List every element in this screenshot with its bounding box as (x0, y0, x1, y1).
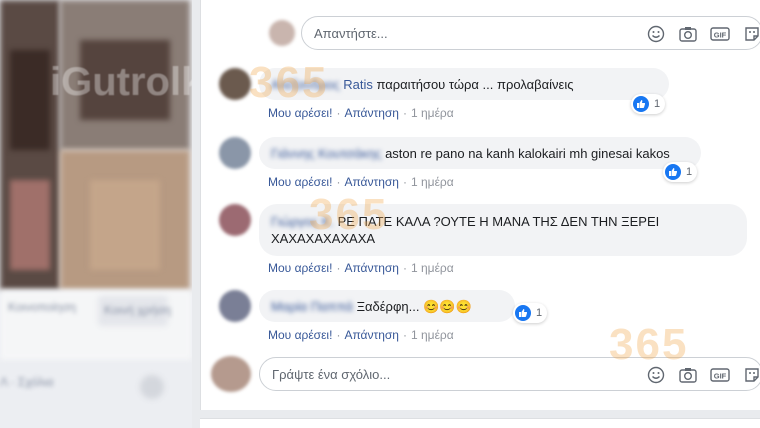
svg-text:GIF: GIF (714, 31, 727, 40)
reply-link[interactable]: Απάντηση (344, 261, 399, 275)
like-link[interactable]: Μου αρέσει! (268, 175, 332, 189)
blurred-snippet: Κοινοποίηση (8, 300, 76, 314)
photo-tile (10, 180, 50, 270)
emoji-group: 😊😊😊 (423, 299, 472, 314)
like-link[interactable]: Μου αρέσει! (268, 106, 332, 120)
avatar (219, 68, 251, 100)
avatar (219, 290, 251, 322)
reaction-count[interactable]: 1 (663, 162, 698, 182)
avatar (269, 20, 295, 46)
like-link[interactable]: Μου αρέσει! (268, 261, 332, 275)
reply-link[interactable]: Απάντηση (344, 328, 399, 342)
comment-time[interactable]: 1 ημέρα (411, 106, 454, 120)
comment-actions: Μου αρέσει! · Απάντηση · 1 ημέρα (268, 261, 454, 275)
camera-icon[interactable] (678, 24, 698, 44)
comment-author[interactable]: Μαρία Παππά (271, 298, 353, 315)
comment-time[interactable]: 1 ημέρα (411, 175, 454, 189)
input-tools: GIF (646, 24, 760, 44)
blurred-snippet: Λ · Σχόλια (0, 375, 54, 389)
comment-text: aston re pano na kanh kalokairi mh gines… (385, 146, 670, 161)
comment-bubble: Γιάννης Κουτσάκης aston re pano na kanh … (259, 137, 701, 169)
comment-author-suffix[interactable]: Ratis (343, 77, 373, 92)
column-gap (192, 0, 200, 428)
reaction-number: 1 (686, 166, 693, 178)
avatar (219, 137, 251, 169)
blurred-snippet: Κοινή χρήση (104, 303, 172, 317)
blurred-icon (140, 375, 164, 399)
comment-text: παραιτήσου τώρα ... προλαβαίνεις (376, 77, 574, 92)
comment-author[interactable]: Γιάννης Κουτσάκης (271, 145, 381, 162)
gif-icon[interactable]: GIF (710, 365, 730, 385)
comment-bubble: Μαρία Παππά Ξαδέρφη... 😊😊😊 (259, 290, 515, 322)
comment-time[interactable]: 1 ημέρα (411, 328, 454, 342)
photo-tile (10, 50, 50, 150)
comment-text: Ξαδέρφη... (356, 299, 420, 314)
comment-placeholder: Γράψτε ένα σχόλιο... (272, 367, 391, 382)
gif-icon[interactable]: GIF (710, 24, 730, 44)
avatar (219, 204, 251, 236)
reaction-number: 1 (536, 307, 543, 319)
reply-link[interactable]: Απάντηση (344, 175, 399, 189)
reaction-count[interactable]: 1 (631, 94, 666, 114)
next-card-edge (200, 410, 760, 428)
like-link[interactable]: Μου αρέσει! (268, 328, 332, 342)
like-icon (665, 164, 681, 180)
reply-input[interactable]: Απαντήστε... GIF (301, 16, 760, 50)
blurred-photo-panel: Κοινοποίηση Κοινή χρήση Λ · Σχόλια iGutr… (0, 0, 192, 428)
comment-actions: Μου αρέσει! · Απάντηση · 1 ημέρα (268, 106, 454, 120)
avatar (211, 356, 251, 392)
watermark-logo: iGutrolki (50, 60, 192, 104)
sticker-icon[interactable] (742, 365, 760, 385)
reaction-number: 1 (654, 98, 661, 110)
like-icon (633, 96, 649, 112)
watermark-number: 365 (249, 58, 329, 107)
emoji-icon[interactable] (646, 24, 666, 44)
like-icon (515, 305, 531, 321)
watermark-number: 365 (309, 190, 389, 239)
photo-tile (90, 180, 160, 270)
sticker-icon[interactable] (742, 24, 760, 44)
reply-placeholder: Απαντήστε... (314, 26, 388, 41)
svg-text:GIF: GIF (714, 372, 727, 381)
comments-card: Απαντήστε... GIF Αλέξανδρος Ratis παραιτ… (200, 0, 760, 410)
reply-link[interactable]: Απάντηση (344, 106, 399, 120)
reaction-count[interactable]: 1 (513, 303, 548, 323)
comment-actions: Μου αρέσει! · Απάντηση · 1 ημέρα (268, 175, 454, 189)
comment-time[interactable]: 1 ημέρα (411, 261, 454, 275)
comment-actions: Μου αρέσει! · Απάντηση · 1 ημέρα (268, 328, 454, 342)
watermark-number: 365 (609, 320, 689, 369)
